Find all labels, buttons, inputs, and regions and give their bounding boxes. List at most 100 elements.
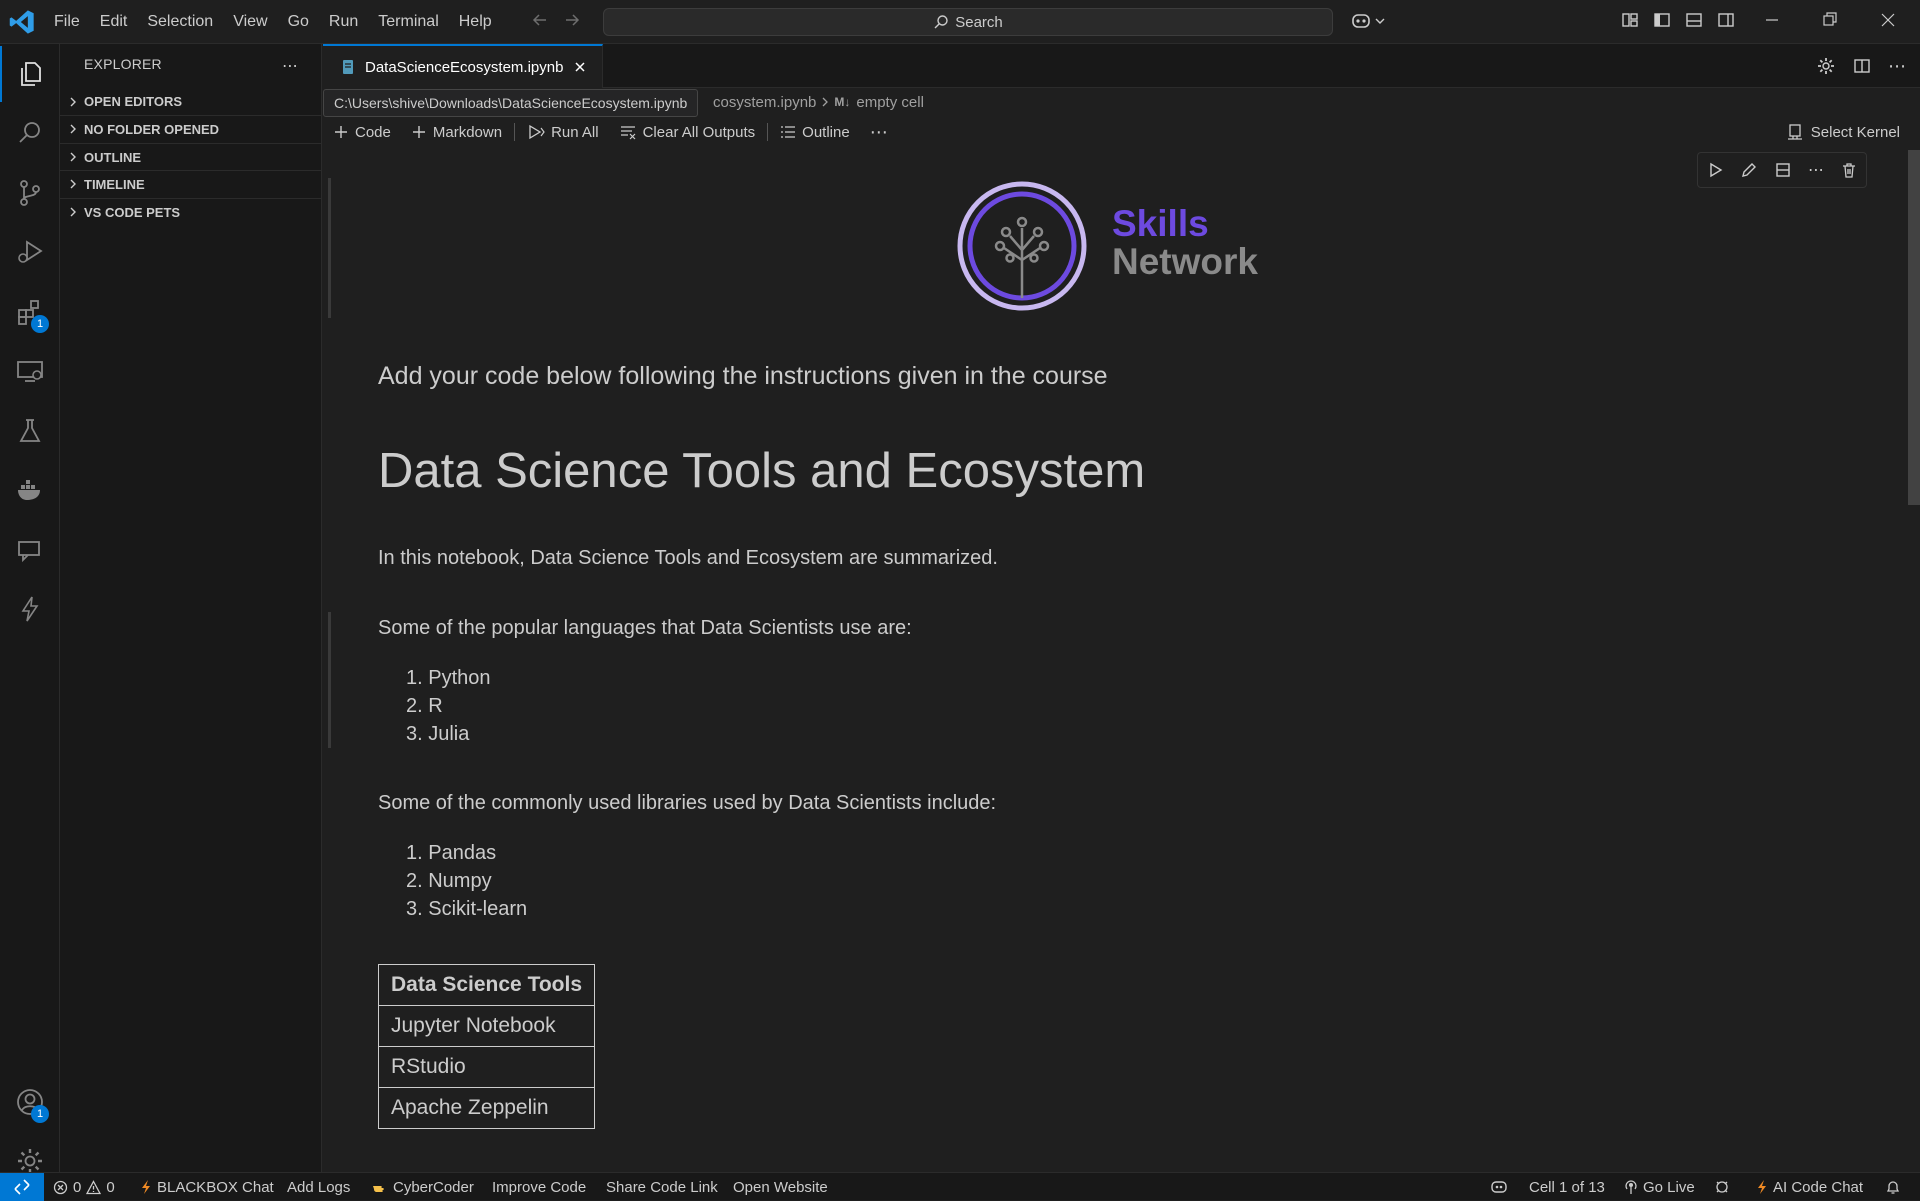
clear-outputs-label: Clear All Outputs	[642, 123, 756, 141]
section-timeline[interactable]: TIMELINE	[60, 170, 322, 197]
menu-help[interactable]: Help	[449, 7, 502, 37]
run-cell-icon[interactable]	[1706, 161, 1724, 179]
notifications-item[interactable]	[1885, 1173, 1901, 1201]
remote-indicator[interactable]	[0, 1173, 44, 1201]
breadcrumb-cell[interactable]: empty cell	[856, 94, 924, 111]
lightning-icon	[1758, 1180, 1766, 1194]
activity-extensions[interactable]: 1	[0, 284, 60, 340]
copilot-menu[interactable]	[1350, 10, 1386, 32]
warning-count: 0	[106, 1178, 115, 1196]
toggle-secondary-sidebar-icon[interactable]	[1716, 10, 1736, 30]
add-markdown-cell-button[interactable]: Markdown	[401, 118, 512, 146]
activity-blackbox[interactable]	[0, 581, 60, 637]
editor-more-actions[interactable]: ⋯	[1888, 56, 1906, 76]
share-code-label: Share Code Link	[606, 1178, 718, 1196]
menu-bar: File Edit Selection View Go Run Terminal…	[44, 0, 502, 44]
improve-code-item[interactable]: Improve Code	[492, 1173, 586, 1201]
blackbox-chat-item[interactable]: BLACKBOX Chat	[140, 1173, 274, 1201]
ai-code-chat-label: AI Code Chat	[1773, 1178, 1864, 1196]
toggle-panel-icon[interactable]	[1684, 10, 1704, 30]
activity-run-debug[interactable]	[0, 224, 60, 280]
activity-search[interactable]	[0, 105, 60, 161]
cell-more-actions[interactable]: ⋯	[1808, 160, 1824, 180]
section-no-folder[interactable]: NO FOLDER OPENED	[60, 115, 322, 142]
open-website-item[interactable]: Open Website	[733, 1173, 828, 1201]
menu-terminal[interactable]: Terminal	[368, 7, 448, 37]
activity-explorer[interactable]	[0, 46, 60, 102]
menu-selection[interactable]: Selection	[137, 7, 223, 37]
toggle-primary-sidebar-icon[interactable]	[1652, 10, 1672, 30]
forward-arrow-icon[interactable]	[562, 10, 582, 30]
section-open-editors[interactable]: OPEN EDITORS	[60, 88, 322, 115]
table-header-cell: Data Science Tools	[377, 964, 596, 1006]
close-tab-icon[interactable]	[573, 60, 587, 74]
tab-notebook[interactable]: DataScienceEcosystem.ipynb	[323, 44, 603, 88]
add-logs-item[interactable]: Add Logs	[287, 1173, 350, 1201]
section-label: NO FOLDER OPENED	[84, 121, 220, 137]
activity-source-control[interactable]	[0, 165, 60, 221]
split-editor-icon[interactable]	[1852, 56, 1872, 76]
markdown-cell-icon: M↓	[834, 95, 851, 109]
activity-testing[interactable]	[0, 403, 60, 459]
table-cell: RStudio	[377, 1046, 596, 1088]
clear-all-outputs-button[interactable]: Clear All Outputs	[609, 118, 766, 146]
lightning-icon	[142, 1180, 150, 1194]
notebook-settings-icon[interactable]	[1816, 56, 1836, 76]
vscode-logo-icon[interactable]	[8, 8, 36, 36]
go-live-item[interactable]: Go Live	[1624, 1173, 1695, 1201]
problems-indicator[interactable]: 0 0	[53, 1173, 115, 1201]
cell-position-label: Cell 1 of 13	[1529, 1178, 1605, 1196]
skills-network-logo: Skills Network	[956, 180, 1276, 312]
table-header-row: Data Science Tools	[377, 964, 596, 1006]
logo-network-text: Network	[1112, 241, 1258, 282]
cell-position-item[interactable]: Cell 1 of 13	[1529, 1173, 1605, 1201]
run-all-button[interactable]: Run All	[517, 118, 609, 146]
close-window-icon[interactable]	[1881, 10, 1895, 30]
search-label: Search	[955, 13, 1003, 31]
broadcast-icon	[1625, 1180, 1637, 1194]
status-bar: 0 0 BLACKBOX Chat Add Logs CyberCoder Im…	[0, 1172, 1920, 1201]
split-cell-icon[interactable]	[1774, 161, 1792, 179]
feedback-item[interactable]	[1714, 1173, 1730, 1201]
trash-icon[interactable]	[1840, 161, 1858, 179]
copilot-status-item[interactable]	[1490, 1173, 1508, 1201]
activity-docker[interactable]	[0, 462, 60, 518]
share-code-link-item[interactable]: Share Code Link	[606, 1173, 718, 1201]
activity-accounts[interactable]: 1	[0, 1074, 60, 1130]
notebook-file-icon	[343, 60, 353, 74]
menu-file[interactable]: File	[44, 7, 90, 37]
menu-run[interactable]: Run	[319, 7, 368, 37]
kernel-icon	[1787, 124, 1802, 140]
activity-chat[interactable]	[0, 522, 60, 578]
title-bar: File Edit Selection View Go Run Terminal…	[0, 0, 1920, 44]
outline-label: Outline	[802, 123, 850, 141]
activity-remote-explorer[interactable]	[0, 343, 60, 399]
editor-scrollbar-thumb[interactable]	[1908, 150, 1920, 505]
restore-icon[interactable]	[1823, 10, 1837, 30]
breadcrumb-file[interactable]: cosystem.ipynb	[713, 94, 816, 111]
select-kernel-button[interactable]: Select Kernel	[1787, 118, 1900, 146]
section-vscode-pets[interactable]: VS CODE PETS	[60, 198, 322, 225]
section-label: TIMELINE	[84, 176, 145, 192]
customize-layout-icon[interactable]	[1620, 10, 1640, 30]
menu-edit[interactable]: Edit	[90, 7, 138, 37]
cybercoder-label: CyberCoder	[393, 1178, 474, 1196]
section-outline[interactable]: OUTLINE	[60, 143, 322, 170]
outline-button[interactable]: Outline	[770, 118, 860, 146]
ai-code-chat-item[interactable]: AI Code Chat	[1756, 1173, 1863, 1201]
command-center-search[interactable]: Search	[603, 8, 1333, 36]
menu-go[interactable]: Go	[278, 7, 319, 37]
edit-pencil-icon[interactable]	[1740, 161, 1758, 179]
back-arrow-icon[interactable]	[530, 10, 550, 30]
chevron-right-icon	[70, 207, 76, 217]
explorer-more-actions[interactable]: ⋯	[282, 56, 298, 76]
cybercoder-item[interactable]: CyberCoder	[372, 1173, 474, 1201]
menu-view[interactable]: View	[223, 7, 277, 37]
search-icon	[934, 15, 948, 29]
beaker-icon	[19, 419, 41, 442]
intro-text: In this notebook, Data Science Tools and…	[378, 547, 998, 569]
minimize-icon[interactable]	[1765, 10, 1779, 30]
toolbar-more-button[interactable]: ⋯	[860, 118, 898, 146]
add-code-cell-button[interactable]: Code	[323, 118, 401, 146]
list-item: 1. Python	[406, 667, 491, 689]
